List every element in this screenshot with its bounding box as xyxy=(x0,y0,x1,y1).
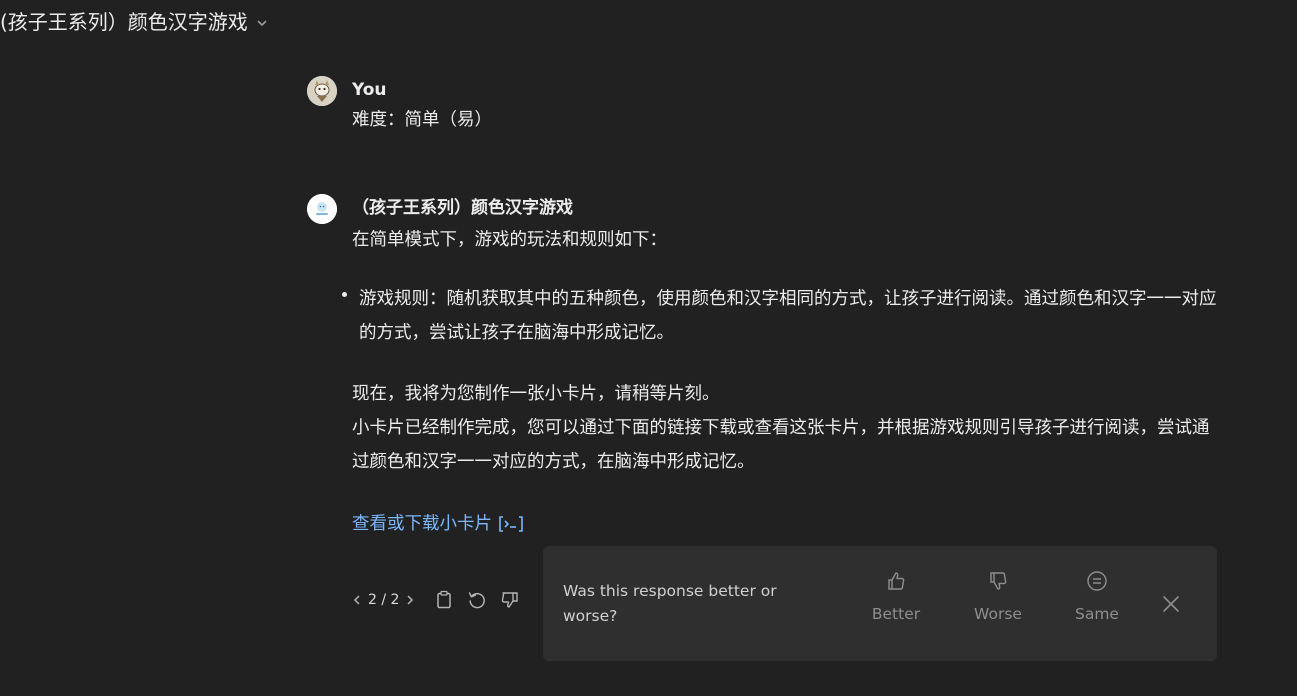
chat-page: (孩子王系列）颜色汉字游戏 You 难度：简单（易） （孩子王系列）颜色汉字游戏… xyxy=(0,0,1297,696)
clipboard-icon[interactable] xyxy=(435,590,453,610)
thumbs-down-icon[interactable] xyxy=(500,590,520,610)
response-pager: 2 / 2 xyxy=(352,592,415,608)
response-line: 小卡片已经制作完成，您可以通过下面的链接下载或查看这张卡片，并根据游戏规则引导孩… xyxy=(352,418,1210,472)
same-button[interactable]: Same xyxy=(1057,570,1137,623)
bullet-dot xyxy=(342,292,347,297)
message-actions: 2 / 2 xyxy=(352,590,520,610)
better-label: Better xyxy=(871,605,921,623)
user-author-name: You xyxy=(352,80,387,100)
worse-label: Worse xyxy=(974,605,1022,623)
same-label: Same xyxy=(1075,605,1119,623)
response-line: 现在，我将为您制作一张小卡片，请稍等片刻。 xyxy=(352,384,720,404)
gpt-author-name: （孩子王系列）颜色汉字游戏 xyxy=(352,198,573,218)
response-bullet: 游戏规则：随机获取其中的五种颜色，使用颜色和汉字相同的方式，让孩子进行阅读。通过… xyxy=(359,289,1217,343)
code-interpreter-icon xyxy=(498,514,524,534)
chevron-left-icon[interactable] xyxy=(352,594,362,606)
feedback-question: Was this response better or worse? xyxy=(563,582,777,625)
response-intro: 在简单模式下，游戏的玩法和规则如下： xyxy=(352,230,667,250)
thumbs-up-icon xyxy=(885,570,907,596)
link-text: 查看或下载小卡片 xyxy=(352,514,492,534)
gpt-title-dropdown[interactable]: (孩子王系列）颜色汉字游戏 xyxy=(0,6,268,38)
user-avatar xyxy=(307,76,337,106)
page-title: (孩子王系列）颜色汉字游戏 xyxy=(0,10,248,34)
thumbs-down-icon xyxy=(987,570,1009,596)
equal-circle-icon xyxy=(1086,570,1108,596)
chevron-down-icon xyxy=(256,17,268,29)
chevron-right-icon[interactable] xyxy=(405,594,415,606)
regenerate-icon[interactable] xyxy=(467,590,487,610)
close-icon[interactable] xyxy=(1160,593,1182,615)
comparison-feedback-panel: Was this response better or worse? Bette… xyxy=(543,546,1217,661)
pager-label: 2 / 2 xyxy=(368,592,400,608)
worse-button[interactable]: Worse xyxy=(958,570,1038,623)
response-paragraph: 现在，我将为您制作一张小卡片，请稍等片刻。 小卡片已经制作完成，您可以通过下面的… xyxy=(352,377,1222,479)
gpt-avatar xyxy=(307,194,337,224)
card-download-link[interactable]: 查看或下载小卡片 xyxy=(352,508,524,540)
better-button[interactable]: Better xyxy=(856,570,936,623)
user-message-text: 难度：简单（易） xyxy=(352,110,492,130)
